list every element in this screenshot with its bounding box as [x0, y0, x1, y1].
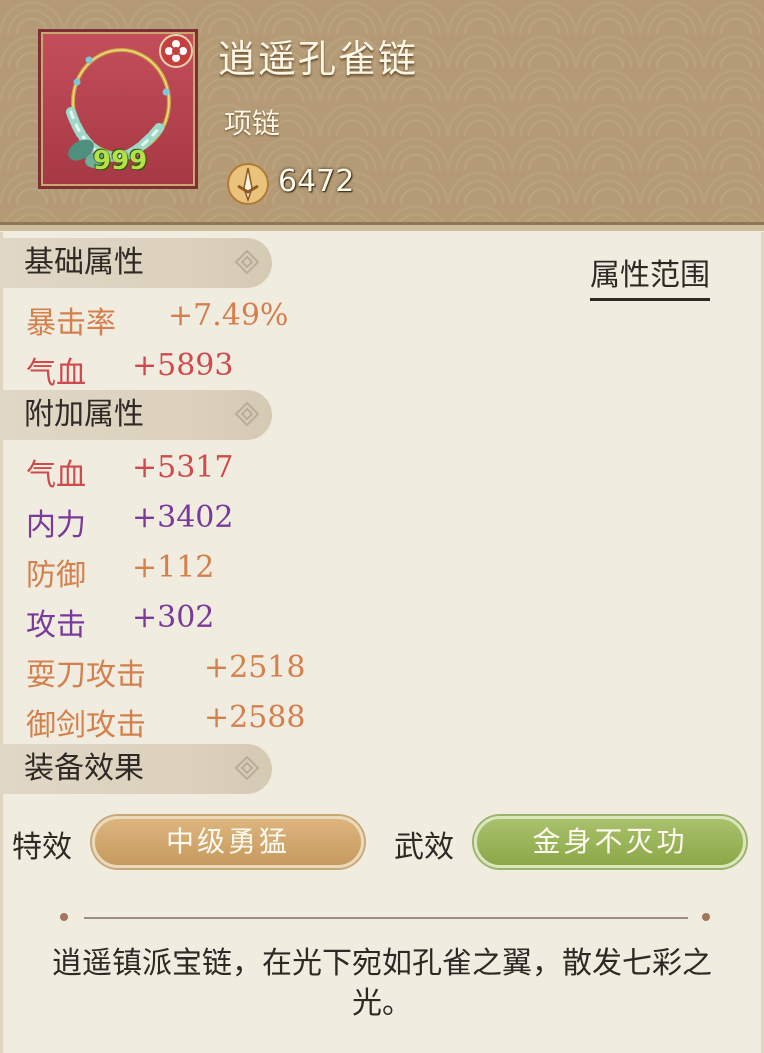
- combat-power-value: 6472: [278, 164, 355, 199]
- stat-value: +5317: [132, 450, 234, 485]
- section-base-attributes: 基础属性: [0, 238, 272, 288]
- stat-name: 防御: [26, 558, 86, 593]
- stat-row: 攻击 +302: [26, 600, 214, 644]
- special-effect-button[interactable]: 中级勇猛: [92, 816, 364, 868]
- stat-row: 暴击率 +7.49%: [26, 298, 288, 342]
- rank-badge: [159, 34, 193, 68]
- item-name: 逍遥孔雀链: [218, 37, 419, 81]
- stat-name: 气血: [26, 356, 86, 391]
- divider-dot-left: [60, 913, 68, 921]
- stat-name: 内力: [26, 508, 86, 543]
- corner-ornament-icon: [234, 755, 260, 781]
- stat-value: +112: [132, 550, 215, 585]
- stat-value: +302: [132, 600, 215, 635]
- detail-panel: [0, 232, 764, 1053]
- stat-value: +3402: [132, 500, 234, 535]
- stat-value: +5893: [132, 348, 234, 383]
- section-equipment-effects: 装备效果: [0, 744, 272, 794]
- section-extra-attributes: 附加属性: [0, 390, 272, 440]
- stat-value: +7.49%: [168, 298, 289, 333]
- section-title: 附加属性: [24, 397, 144, 432]
- stat-row: 内力 +3402: [26, 500, 233, 544]
- section-title: 基础属性: [24, 245, 144, 280]
- item-count: 999: [93, 146, 148, 176]
- corner-ornament-icon: [234, 249, 260, 275]
- stat-row: 气血 +5893: [26, 348, 233, 392]
- divider: [84, 917, 688, 919]
- item-type: 项链: [224, 107, 281, 140]
- item-icon-frame[interactable]: 999: [38, 29, 198, 189]
- stat-name: 耍刀攻击: [26, 658, 146, 693]
- stat-name: 攻击: [26, 608, 86, 643]
- stat-row: 御剑攻击 +2588: [26, 700, 305, 744]
- stat-row: 气血 +5317: [26, 450, 233, 494]
- stat-name: 气血: [26, 458, 86, 493]
- stat-value: +2518: [204, 650, 306, 685]
- corner-ornament-icon: [234, 401, 260, 427]
- stat-name: 暴击率: [26, 306, 116, 341]
- item-header: 999 逍遥孔雀链 项链 6472: [0, 0, 764, 231]
- flower-emblem-icon: [165, 40, 187, 62]
- combat-power-icon: [227, 163, 269, 205]
- stat-value: +2588: [204, 700, 306, 735]
- stat-row: 耍刀攻击 +2518: [26, 650, 305, 694]
- special-effect-label: 特效: [12, 830, 72, 865]
- stat-name: 御剑攻击: [26, 708, 146, 743]
- stat-row: 防御 +112: [26, 550, 214, 594]
- martial-effect-label: 武效: [394, 830, 454, 865]
- item-description: 逍遥镇派宝链，在光下宛如孔雀之翼，散发七彩之光。: [52, 946, 712, 1021]
- section-title: 装备效果: [24, 751, 144, 786]
- divider-dot-right: [702, 913, 710, 921]
- attribute-range-link[interactable]: 属性范围: [590, 250, 710, 301]
- martial-effect-button[interactable]: 金身不灭功: [474, 816, 746, 868]
